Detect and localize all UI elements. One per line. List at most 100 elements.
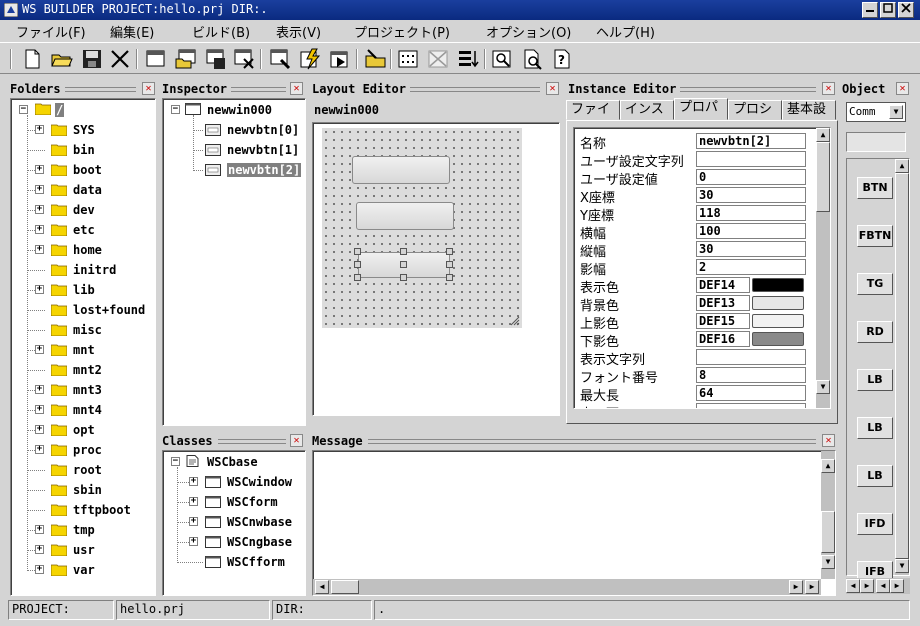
tab-instance[interactable]: インス xyxy=(620,100,674,120)
property-value-field[interactable] xyxy=(696,403,806,408)
tab-property[interactable]: プロパ xyxy=(674,98,728,120)
expand-icon[interactable]: + xyxy=(35,445,44,454)
folder-item[interactable]: + lib xyxy=(15,281,153,299)
scroll-thumb[interactable] xyxy=(821,511,835,553)
folder-item[interactable]: + tmp xyxy=(15,521,153,539)
expand-icon[interactable]: + xyxy=(35,185,44,194)
folder-item[interactable]: + home xyxy=(15,241,153,259)
scroll-thumb[interactable] xyxy=(331,580,359,594)
new-file-icon[interactable] xyxy=(20,47,44,71)
collapse-icon[interactable]: − xyxy=(171,457,180,466)
scroll-down-button[interactable]: ▼ xyxy=(895,559,909,573)
align-icon[interactable] xyxy=(456,47,480,71)
expand-icon[interactable]: + xyxy=(35,205,44,214)
message-vscrollbar[interactable]: ▲ ▼ xyxy=(821,451,835,579)
folder-item[interactable]: + mnt4 xyxy=(15,401,153,419)
color-swatch[interactable] xyxy=(752,278,804,292)
folder-item[interactable]: mnt2 xyxy=(15,361,153,379)
palette-hscrollbar[interactable]: ◀ ▶ ◀ ▶ xyxy=(846,578,910,594)
close-x-icon[interactable] xyxy=(108,47,132,71)
scroll-up-button[interactable]: ▲ xyxy=(895,159,909,173)
class-item[interactable]: + WSCwindow xyxy=(165,473,303,491)
preview-icon[interactable] xyxy=(520,47,544,71)
scroll-thumb[interactable] xyxy=(895,173,909,559)
palette-scrollbar[interactable]: ▲ ▼ xyxy=(895,159,909,575)
folder-item[interactable]: + dev xyxy=(15,201,153,219)
classes-close-button[interactable]: ✕ xyxy=(290,434,303,447)
scroll-down-button[interactable]: ▼ xyxy=(816,380,830,394)
palette-item-tg[interactable]: TG xyxy=(857,273,893,295)
object-category-select[interactable]: Comm ▼ xyxy=(846,102,906,122)
expand-icon[interactable]: + xyxy=(189,497,198,506)
scroll-left-button[interactable]: ◀ xyxy=(846,579,860,593)
folder-item[interactable]: + mnt3 xyxy=(15,381,153,399)
object-close-button[interactable]: ✕ xyxy=(896,82,909,95)
scroll-up-button[interactable]: ▲ xyxy=(816,128,830,142)
folder-item[interactable]: tftpboot xyxy=(15,501,153,519)
tab-basic-settings[interactable]: 基本設 xyxy=(782,100,836,120)
edit-window-icon[interactable] xyxy=(268,47,292,71)
property-value-field[interactable]: 2 xyxy=(696,259,806,275)
design-button-0[interactable] xyxy=(352,156,450,184)
folder-item[interactable]: bin xyxy=(15,141,153,159)
class-item[interactable]: + WSCform xyxy=(165,493,303,511)
close-window-icon[interactable] xyxy=(232,47,256,71)
run-icon[interactable] xyxy=(328,47,352,71)
expand-icon[interactable]: + xyxy=(189,517,198,526)
find-icon[interactable] xyxy=(490,47,514,71)
message-hscrollbar[interactable]: ◀ ▶ ▶ xyxy=(313,579,821,595)
folder-item[interactable]: + etc xyxy=(15,221,153,239)
class-root[interactable]: − WSCbase xyxy=(165,453,303,471)
build-icon[interactable] xyxy=(298,47,322,71)
grid-off-icon[interactable] xyxy=(426,47,450,71)
expand-icon[interactable]: + xyxy=(35,165,44,174)
inspector-item-selected[interactable]: newvbtn[2] xyxy=(165,161,303,179)
open-folder-icon[interactable] xyxy=(50,47,74,71)
menu-help[interactable]: ヘルプ(H) xyxy=(596,22,655,41)
help-icon[interactable]: ? xyxy=(550,47,574,71)
expand-icon[interactable]: + xyxy=(35,385,44,394)
property-value-field[interactable]: 8 xyxy=(696,367,806,383)
scroll-right-end-button[interactable]: ▶ xyxy=(890,579,904,593)
design-button-1[interactable] xyxy=(356,202,454,230)
layout-editor-close-button[interactable]: ✕ xyxy=(546,82,559,95)
inspector-item[interactable]: newvbtn[1] xyxy=(165,141,303,159)
tab-file[interactable]: ファイ xyxy=(566,100,620,120)
maximize-button[interactable] xyxy=(880,2,896,18)
folder-item[interactable]: initrd xyxy=(15,261,153,279)
scroll-left-end-button[interactable]: ◀ xyxy=(876,579,890,593)
instance-editor-close-button[interactable]: ✕ xyxy=(822,82,835,95)
scroll-right-button[interactable]: ▶ xyxy=(860,579,874,593)
property-value-field[interactable]: DEF15 xyxy=(696,313,750,329)
resize-grip-icon[interactable] xyxy=(508,314,520,326)
resize-handle[interactable] xyxy=(446,248,453,255)
folder-item[interactable]: + SYS xyxy=(15,121,153,139)
palette-item-ifd[interactable]: IFD xyxy=(857,513,893,535)
property-value-field[interactable]: 64 xyxy=(696,385,806,401)
folder-item[interactable]: + boot xyxy=(15,161,153,179)
expand-icon[interactable]: + xyxy=(35,565,44,574)
property-value-field[interactable]: newvbtn[2] xyxy=(696,133,806,149)
property-value-field[interactable] xyxy=(696,349,806,365)
folder-item[interactable]: lost+found xyxy=(15,301,153,319)
folder-arrow-icon[interactable] xyxy=(364,47,388,71)
menu-file[interactable]: ファイル(F) xyxy=(16,22,86,41)
resize-handle[interactable] xyxy=(400,261,407,268)
palette-item-lb[interactable]: LB xyxy=(857,417,893,439)
expand-icon[interactable]: + xyxy=(35,405,44,414)
scroll-up-button[interactable]: ▲ xyxy=(821,459,835,473)
close-button[interactable] xyxy=(898,2,914,18)
property-value-field[interactable]: 118 xyxy=(696,205,806,221)
scroll-left-button[interactable]: ◀ xyxy=(315,580,329,594)
scroll-thumb[interactable] xyxy=(816,142,830,212)
minimize-button[interactable] xyxy=(862,2,878,18)
folder-root[interactable]: − / xyxy=(15,101,153,119)
expand-icon[interactable]: + xyxy=(35,285,44,294)
folder-item[interactable]: + var xyxy=(15,561,153,579)
class-item[interactable]: WSCfform xyxy=(165,553,303,571)
menu-edit[interactable]: 編集(E) xyxy=(110,22,154,41)
property-value-field[interactable]: 100 xyxy=(696,223,806,239)
expand-icon[interactable]: + xyxy=(35,345,44,354)
resize-handle[interactable] xyxy=(354,248,361,255)
layout-canvas[interactable] xyxy=(312,122,560,416)
